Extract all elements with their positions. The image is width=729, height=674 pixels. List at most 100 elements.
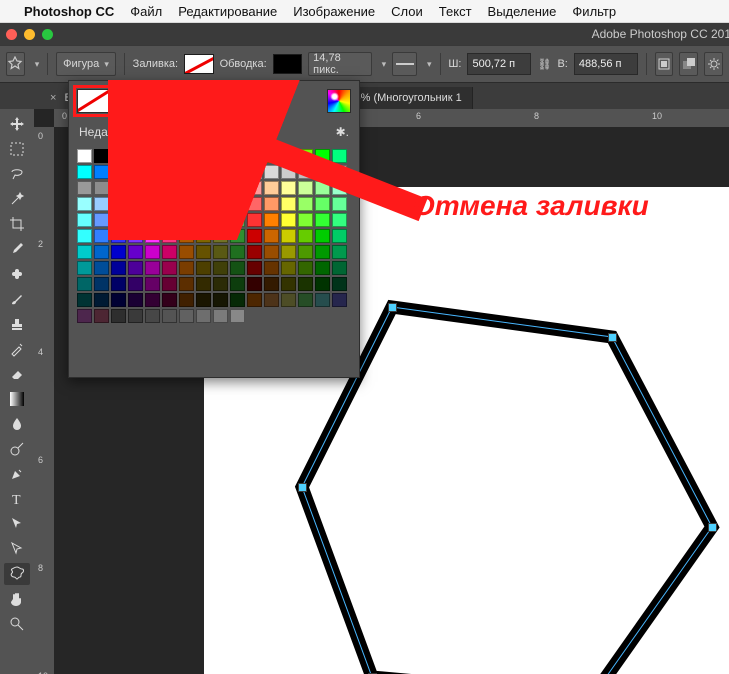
- color-swatch[interactable]: [315, 165, 330, 179]
- color-swatch[interactable]: [247, 245, 262, 259]
- color-swatch[interactable]: [298, 293, 313, 307]
- color-swatch[interactable]: [179, 181, 194, 195]
- color-swatch[interactable]: [77, 229, 92, 243]
- color-swatch[interactable]: [281, 229, 296, 243]
- color-swatch[interactable]: [281, 165, 296, 179]
- color-swatch[interactable]: [332, 149, 347, 163]
- color-swatch[interactable]: [128, 293, 143, 307]
- align-icon[interactable]: [655, 52, 674, 76]
- chevron-down-icon[interactable]: ▾: [382, 59, 387, 70]
- color-swatch[interactable]: [213, 293, 228, 307]
- color-swatch[interactable]: [230, 309, 245, 323]
- color-swatch[interactable]: [145, 213, 160, 227]
- color-swatch[interactable]: [281, 293, 296, 307]
- color-swatch[interactable]: [145, 149, 160, 163]
- dodge-tool-icon[interactable]: [4, 438, 30, 460]
- color-swatch[interactable]: [264, 181, 279, 195]
- color-swatch[interactable]: [264, 245, 279, 259]
- color-swatch[interactable]: [94, 165, 109, 179]
- color-swatch[interactable]: [247, 293, 262, 307]
- color-swatch[interactable]: [213, 229, 228, 243]
- color-swatch[interactable]: [264, 165, 279, 179]
- color-swatch[interactable]: [145, 165, 160, 179]
- color-swatch[interactable]: [196, 165, 211, 179]
- color-swatch[interactable]: [281, 213, 296, 227]
- color-swatch[interactable]: [128, 181, 143, 195]
- color-swatch[interactable]: [298, 165, 313, 179]
- color-swatch[interactable]: [213, 309, 228, 323]
- fill-type-gradient[interactable]: [153, 89, 185, 113]
- crop-tool-icon[interactable]: [4, 213, 30, 235]
- color-swatch[interactable]: [247, 197, 262, 211]
- color-swatch[interactable]: [162, 277, 177, 291]
- color-swatch[interactable]: [315, 245, 330, 259]
- color-swatch[interactable]: [145, 197, 160, 211]
- color-swatch[interactable]: [111, 293, 126, 307]
- color-swatch[interactable]: [332, 277, 347, 291]
- ruler-vertical[interactable]: 0 2 4 6 8 10: [34, 127, 55, 674]
- color-swatch[interactable]: [128, 277, 143, 291]
- color-swatch[interactable]: [77, 197, 92, 211]
- color-swatch[interactable]: [247, 213, 262, 227]
- transform-handle[interactable]: [388, 303, 397, 312]
- color-swatch[interactable]: [315, 149, 330, 163]
- color-swatch[interactable]: [179, 245, 194, 259]
- color-swatch[interactable]: [196, 213, 211, 227]
- color-swatch[interactable]: [247, 181, 262, 195]
- color-swatch[interactable]: [162, 309, 177, 323]
- color-swatch[interactable]: [230, 261, 245, 275]
- menu-filter[interactable]: Фильтр: [572, 4, 616, 19]
- zoom-tool-icon[interactable]: [4, 613, 30, 635]
- color-swatch[interactable]: [213, 181, 228, 195]
- gradient-tool-icon[interactable]: [4, 388, 30, 410]
- height-input[interactable]: [574, 53, 638, 75]
- color-swatch[interactable]: [264, 261, 279, 275]
- transform-handle[interactable]: [708, 523, 717, 532]
- pen-tool-icon[interactable]: [4, 463, 30, 485]
- color-swatch[interactable]: [111, 149, 126, 163]
- color-swatch[interactable]: [315, 181, 330, 195]
- color-swatch[interactable]: [128, 229, 143, 243]
- color-swatch[interactable]: [264, 197, 279, 211]
- brush-tool-icon[interactable]: [4, 288, 30, 310]
- color-swatch[interactable]: [230, 293, 245, 307]
- color-swatch[interactable]: [247, 261, 262, 275]
- color-swatch[interactable]: [145, 309, 160, 323]
- color-swatch[interactable]: [145, 277, 160, 291]
- menu-select[interactable]: Выделение: [488, 4, 557, 19]
- color-swatch[interactable]: [315, 293, 330, 307]
- tool-preset-icon[interactable]: [6, 52, 25, 76]
- color-swatch[interactable]: [128, 197, 143, 211]
- color-swatch[interactable]: [94, 261, 109, 275]
- transform-handle[interactable]: [298, 483, 307, 492]
- eraser-tool-icon[interactable]: [4, 363, 30, 385]
- color-swatch[interactable]: [77, 293, 92, 307]
- color-swatch[interactable]: [196, 309, 211, 323]
- menu-file[interactable]: Файл: [130, 4, 162, 19]
- color-swatch[interactable]: [94, 229, 109, 243]
- color-swatch[interactable]: [162, 293, 177, 307]
- color-swatch[interactable]: [298, 229, 313, 243]
- stamp-tool-icon[interactable]: [4, 313, 30, 335]
- history-brush-tool-icon[interactable]: [4, 338, 30, 360]
- color-swatch[interactable]: [230, 277, 245, 291]
- heal-tool-icon[interactable]: [4, 263, 30, 285]
- color-swatch[interactable]: [128, 165, 143, 179]
- color-swatch[interactable]: [213, 277, 228, 291]
- color-swatch[interactable]: [247, 229, 262, 243]
- window-minimize-icon[interactable]: [24, 29, 35, 40]
- lasso-tool-icon[interactable]: [4, 163, 30, 185]
- color-swatch[interactable]: [145, 229, 160, 243]
- color-swatch[interactable]: [230, 245, 245, 259]
- color-swatch[interactable]: [196, 149, 211, 163]
- color-swatch[interactable]: [179, 213, 194, 227]
- color-swatch[interactable]: [264, 229, 279, 243]
- wand-tool-icon[interactable]: [4, 188, 30, 210]
- color-swatch[interactable]: [332, 293, 347, 307]
- color-swatch[interactable]: [94, 149, 109, 163]
- color-swatch[interactable]: [281, 149, 296, 163]
- menu-layers[interactable]: Слои: [391, 4, 423, 19]
- color-swatch[interactable]: [111, 309, 126, 323]
- color-swatch[interactable]: [94, 181, 109, 195]
- color-swatch[interactable]: [213, 245, 228, 259]
